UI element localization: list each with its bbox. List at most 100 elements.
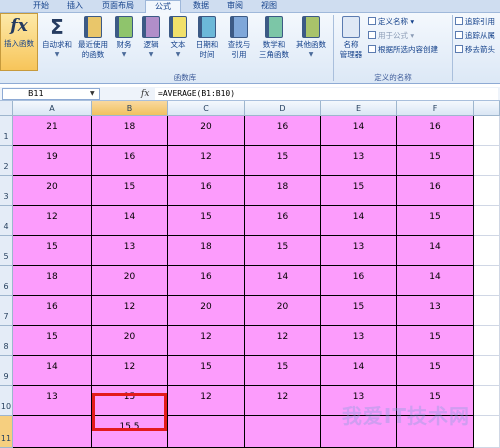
name-manager-button[interactable]: 名称 管理器 <box>336 16 366 60</box>
remove-arrows-button[interactable]: 移去箭头 <box>455 44 495 55</box>
row-header-2[interactable]: 2 <box>0 146 13 176</box>
cell-g5[interactable] <box>474 236 500 266</box>
math-trig-button[interactable]: 数学和 三角函数 <box>256 16 292 60</box>
insert-function-button[interactable]: fx 插入函数 <box>0 13 38 71</box>
cell-e7[interactable]: 15 <box>321 296 397 326</box>
cell-f5[interactable]: 14 <box>397 236 474 266</box>
autosum-button[interactable]: Σ 自动求和 ▼ <box>40 16 74 60</box>
cell-g9[interactable] <box>474 356 500 386</box>
name-box[interactable]: B11 <box>2 88 100 100</box>
cell-g6[interactable] <box>474 266 500 296</box>
cell-g4[interactable] <box>474 206 500 236</box>
tab-review[interactable]: 审阅 <box>222 0 248 13</box>
cell-c10[interactable]: 12 <box>168 386 245 416</box>
use-in-formula-button[interactable]: 用于公式 ▾ <box>368 30 414 41</box>
select-all-corner[interactable] <box>0 101 13 116</box>
cell-e8[interactable]: 13 <box>321 326 397 356</box>
cell-b4[interactable]: 14 <box>92 206 168 236</box>
formula-input[interactable]: =AVERAGE(B1:B10) <box>155 88 498 100</box>
tab-home[interactable]: 开始 <box>28 0 54 13</box>
cell-d10[interactable]: 12 <box>245 386 321 416</box>
cell-b1[interactable]: 18 <box>92 116 168 146</box>
cell-d5[interactable]: 15 <box>245 236 321 266</box>
cell-b6[interactable]: 20 <box>92 266 168 296</box>
cell-c11[interactable] <box>168 416 245 448</box>
column-header-d[interactable]: D <box>245 101 321 116</box>
cell-f9[interactable]: 15 <box>397 356 474 386</box>
logical-button[interactable]: 逻辑 ▼ <box>139 16 163 60</box>
cell-c9[interactable]: 15 <box>168 356 245 386</box>
cell-a6[interactable]: 18 <box>13 266 92 296</box>
fx-icon[interactable]: fx <box>141 87 149 101</box>
cell-g2[interactable] <box>474 146 500 176</box>
cell-d9[interactable]: 15 <box>245 356 321 386</box>
cell-c5[interactable]: 18 <box>168 236 245 266</box>
tab-page-layout[interactable]: 页面布局 <box>96 0 140 13</box>
row-header-8[interactable]: 8 <box>0 326 13 356</box>
cell-a9[interactable]: 14 <box>13 356 92 386</box>
cell-f2[interactable]: 15 <box>397 146 474 176</box>
trace-dependents-button[interactable]: 追踪从属 <box>455 30 495 41</box>
date-time-button[interactable]: 日期和 时间 <box>192 16 222 60</box>
column-header-c[interactable]: C <box>168 101 245 116</box>
cell-a5[interactable]: 15 <box>13 236 92 266</box>
cell-f4[interactable]: 15 <box>397 206 474 236</box>
column-header-b[interactable]: B <box>92 101 168 116</box>
cell-e6[interactable]: 16 <box>321 266 397 296</box>
cell-e4[interactable]: 14 <box>321 206 397 236</box>
tab-view[interactable]: 视图 <box>256 0 282 13</box>
cell-d4[interactable]: 16 <box>245 206 321 236</box>
cell-b3[interactable]: 15 <box>92 176 168 206</box>
cell-d11[interactable] <box>245 416 321 448</box>
cell-d7[interactable]: 20 <box>245 296 321 326</box>
trace-precedents-button[interactable]: 追踪引用 <box>455 16 495 27</box>
cell-a1[interactable]: 21 <box>13 116 92 146</box>
cell-d3[interactable]: 18 <box>245 176 321 206</box>
row-header-9[interactable]: 9 <box>0 356 13 386</box>
tab-insert[interactable]: 插入 <box>62 0 88 13</box>
cell-a7[interactable]: 16 <box>13 296 92 326</box>
cell-g8[interactable] <box>474 326 500 356</box>
create-from-selection-button[interactable]: 根据所选内容创建 <box>368 44 438 55</box>
cell-e2[interactable]: 13 <box>321 146 397 176</box>
cell-a10[interactable]: 13 <box>13 386 92 416</box>
cell-a3[interactable]: 20 <box>13 176 92 206</box>
define-name-button[interactable]: 定义名称 ▾ <box>368 16 414 27</box>
cell-d6[interactable]: 14 <box>245 266 321 296</box>
more-functions-button[interactable]: 其他函数 ▼ <box>294 16 328 60</box>
row-header-11[interactable]: 11 <box>0 416 13 448</box>
tab-formulas[interactable]: 公式 <box>145 0 181 14</box>
cell-b7[interactable]: 12 <box>92 296 168 326</box>
chevron-down-icon[interactable]: ▼ <box>90 88 95 100</box>
cell-e3[interactable]: 15 <box>321 176 397 206</box>
row-header-6[interactable]: 6 <box>0 266 13 296</box>
cell-a4[interactable]: 12 <box>13 206 92 236</box>
column-header-f[interactable]: F <box>397 101 474 116</box>
cell-b2[interactable]: 16 <box>92 146 168 176</box>
cell-f6[interactable]: 14 <box>397 266 474 296</box>
cell-c7[interactable]: 20 <box>168 296 245 326</box>
cell-a2[interactable]: 19 <box>13 146 92 176</box>
cell-c8[interactable]: 12 <box>168 326 245 356</box>
financial-button[interactable]: 财务 ▼ <box>112 16 136 60</box>
recently-used-button[interactable]: 最近使用 的函数 <box>75 16 111 60</box>
row-header-7[interactable]: 7 <box>0 296 13 326</box>
cell-a8[interactable]: 15 <box>13 326 92 356</box>
column-header-e[interactable]: E <box>321 101 397 116</box>
row-header-3[interactable]: 3 <box>0 176 13 206</box>
cell-g7[interactable] <box>474 296 500 326</box>
cell-c2[interactable]: 12 <box>168 146 245 176</box>
cell-d2[interactable]: 15 <box>245 146 321 176</box>
cell-b5[interactable]: 13 <box>92 236 168 266</box>
cell-g1[interactable] <box>474 116 500 146</box>
lookup-reference-button[interactable]: 查找与 引用 <box>224 16 254 60</box>
cell-c6[interactable]: 16 <box>168 266 245 296</box>
cell-g11[interactable] <box>474 416 500 448</box>
cell-d1[interactable]: 16 <box>245 116 321 146</box>
cell-c1[interactable]: 20 <box>168 116 245 146</box>
cell-f8[interactable]: 15 <box>397 326 474 356</box>
row-header-10[interactable]: 10 <box>0 386 13 416</box>
cell-c4[interactable]: 15 <box>168 206 245 236</box>
cell-f7[interactable]: 13 <box>397 296 474 326</box>
column-header-a[interactable]: A <box>13 101 92 116</box>
